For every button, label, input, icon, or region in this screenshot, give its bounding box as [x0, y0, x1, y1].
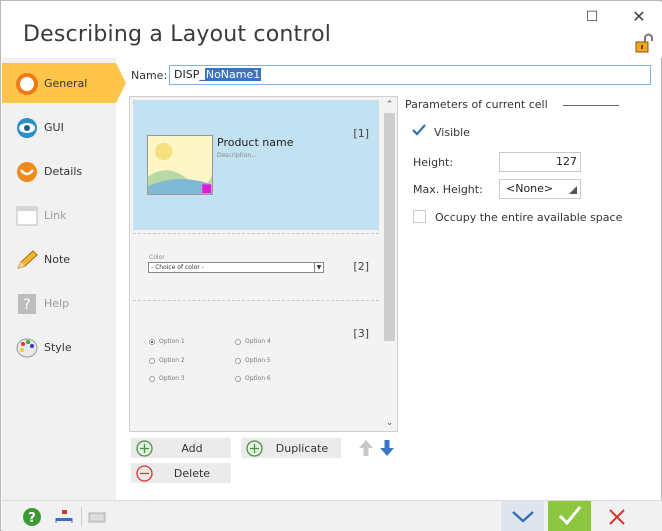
radio-icon — [235, 357, 241, 364]
scroll-up-icon[interactable]: ⌃ — [381, 98, 397, 112]
palette-icon — [16, 338, 38, 358]
name-label: Name: — [131, 69, 168, 82]
cancel-button[interactable] — [596, 501, 639, 531]
sidebar: General GUI Details Link Note ? Help Sty… — [2, 58, 126, 500]
radio-icon — [149, 357, 155, 364]
link-box-icon — [16, 206, 38, 226]
occupy-space-checkbox[interactable] — [413, 210, 426, 223]
params-section-title: Parameters of current cell — [405, 98, 548, 111]
sidebar-item-help[interactable]: ? Help — [2, 283, 116, 323]
checkmark-icon[interactable] — [412, 123, 426, 137]
scroll-down-icon[interactable]: ⌄ — [381, 416, 397, 430]
dropdown-triangle-icon — [569, 186, 577, 194]
sidebar-item-label: Details — [44, 165, 83, 178]
maximize-button[interactable]: ☐ — [580, 8, 604, 26]
max-height-select[interactable]: <None> — [499, 179, 581, 199]
color-combo-value: - Choice of color - — [151, 264, 204, 271]
unlock-icon[interactable] — [634, 33, 654, 53]
product-name: Product name — [217, 136, 294, 149]
name-selected-text: NoName1 — [204, 68, 262, 81]
sidebar-item-gui[interactable]: GUI — [2, 107, 116, 147]
sidebar-item-note[interactable]: Note — [2, 239, 116, 279]
color-combo: - Choice of color - ▼ — [148, 262, 324, 273]
move-down-arrow-icon[interactable] — [379, 439, 395, 457]
dialog-title: Describing a Layout control — [23, 22, 332, 47]
duplicate-button[interactable]: Duplicate — [241, 438, 341, 458]
radio-option: Option 4 — [235, 338, 271, 345]
close-icon — [609, 509, 625, 525]
eye-icon — [17, 118, 37, 138]
cell-index: [3] — [353, 327, 369, 340]
color-label: Color — [149, 254, 165, 261]
name-input[interactable]: DISP_NoName1 — [169, 65, 651, 85]
height-input[interactable]: 127 — [499, 152, 581, 172]
radio-icon — [235, 375, 241, 382]
title-bar: Describing a Layout control ☐ ✕ — [2, 2, 662, 58]
sidebar-item-style[interactable]: Style — [2, 327, 116, 367]
sidebar-item-label: Style — [44, 341, 72, 354]
expand-down-button[interactable] — [501, 501, 544, 531]
cell-item[interactable]: [3] Option 1 Option 2 Option 3 Option 4 … — [133, 303, 379, 431]
vertical-scrollbar[interactable]: ⌃ ⌄ — [381, 97, 397, 431]
max-height-label: Max. Height: — [413, 183, 483, 196]
ok-button[interactable] — [548, 501, 591, 531]
cell-item[interactable]: [1] Product name Description... — [133, 100, 379, 230]
occupy-space-label[interactable]: Occupy the entire available space — [435, 211, 622, 224]
radio-option: Option 5 — [235, 357, 271, 364]
general-circle-icon — [16, 73, 38, 95]
sidebar-item-label: Note — [44, 253, 71, 266]
sidebar-item-general[interactable]: General — [2, 63, 126, 103]
image-placeholder-icon — [147, 135, 213, 195]
dialog-window: Describing a Layout control ☐ ✕ General … — [0, 0, 662, 531]
radio-icon — [235, 338, 241, 345]
radio-option: Option 6 — [235, 375, 271, 382]
section-divider — [563, 105, 619, 106]
chevron-down-icon — [512, 511, 534, 523]
cell-index: [2] — [353, 260, 369, 273]
move-up-arrow-icon[interactable] — [358, 439, 374, 457]
chevron-down-icon: ▼ — [314, 263, 323, 272]
bottom-bar: ? — [2, 500, 662, 531]
radio-option: Option 3 — [149, 375, 185, 382]
sidebar-item-label: GUI — [44, 121, 64, 134]
name-prefix: DISP_ — [174, 68, 205, 81]
toolbar-separator — [81, 507, 82, 527]
cell-item[interactable]: [2] Color - Choice of color - ▼ — [133, 233, 379, 301]
cell-index: [1] — [353, 127, 369, 140]
cell-list[interactable]: [1] Product name Description... [2] Colo… — [129, 96, 398, 432]
sidebar-item-details[interactable]: Details — [2, 151, 116, 191]
delete-button-label: Delete — [173, 467, 211, 480]
svg-text:?: ? — [28, 511, 36, 526]
sidebar-item-label: Link — [44, 209, 67, 222]
pencil-icon — [17, 250, 38, 269]
product-description: Description... — [217, 152, 257, 159]
radio-option: Option 2 — [149, 357, 185, 364]
visible-checkbox-label[interactable]: Visible — [434, 126, 470, 139]
svg-text:?: ? — [23, 297, 30, 313]
help-circle-icon[interactable]: ? — [22, 507, 42, 527]
delete-button[interactable]: Delete — [131, 463, 231, 483]
close-button[interactable]: ✕ — [627, 8, 651, 26]
add-button-label: Add — [181, 442, 203, 455]
height-label: Height: — [413, 156, 454, 169]
scrollbar-thumb[interactable] — [384, 113, 395, 341]
max-height-value: <None> — [506, 182, 554, 195]
add-button[interactable]: Add — [131, 438, 231, 458]
sidebar-item-link[interactable]: Link — [2, 195, 116, 235]
radio-icon — [149, 338, 155, 345]
radio-icon — [149, 375, 155, 382]
sidebar-item-label: Help — [44, 297, 70, 310]
help-box-icon: ? — [18, 294, 36, 314]
sidebar-item-label: General — [44, 77, 88, 90]
layout-tool-icon[interactable] — [54, 507, 74, 527]
details-circle-icon — [17, 162, 37, 182]
checkmark-icon — [558, 506, 582, 526]
duplicate-button-label: Duplicate — [275, 442, 329, 455]
radio-option: Option 1 — [149, 338, 185, 345]
keyboard-icon[interactable] — [87, 507, 107, 527]
